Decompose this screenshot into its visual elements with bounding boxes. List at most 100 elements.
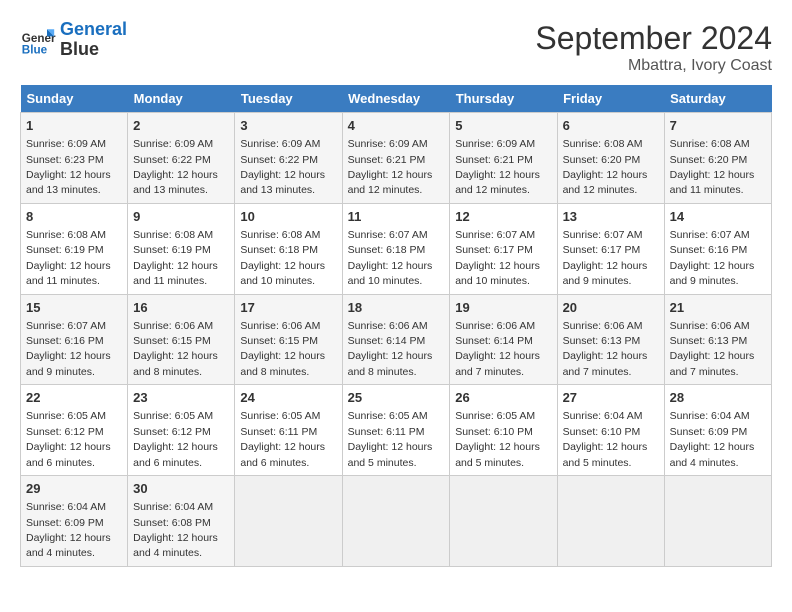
day-info: Sunrise: 6:09 AMSunset: 6:22 PMDaylight:… — [133, 138, 218, 196]
header-day-sunday: Sunday — [21, 85, 128, 113]
day-cell: 17 Sunrise: 6:06 AMSunset: 6:15 PMDaylig… — [235, 294, 342, 385]
day-number: 12 — [455, 208, 551, 226]
day-info: Sunrise: 6:08 AMSunset: 6:18 PMDaylight:… — [240, 229, 325, 287]
day-number: 17 — [240, 299, 336, 317]
day-info: Sunrise: 6:08 AMSunset: 6:20 PMDaylight:… — [563, 138, 648, 196]
day-info: Sunrise: 6:06 AMSunset: 6:13 PMDaylight:… — [670, 320, 755, 378]
header-day-friday: Friday — [557, 85, 664, 113]
day-number: 23 — [133, 389, 229, 407]
day-info: Sunrise: 6:05 AMSunset: 6:12 PMDaylight:… — [133, 410, 218, 468]
day-info: Sunrise: 6:04 AMSunset: 6:09 PMDaylight:… — [670, 410, 755, 468]
day-number: 25 — [348, 389, 445, 407]
day-cell: 9 Sunrise: 6:08 AMSunset: 6:19 PMDayligh… — [128, 203, 235, 294]
day-cell: 30 Sunrise: 6:04 AMSunset: 6:08 PMDaylig… — [128, 476, 235, 567]
day-cell: 27 Sunrise: 6:04 AMSunset: 6:10 PMDaylig… — [557, 385, 664, 476]
header-day-monday: Monday — [128, 85, 235, 113]
header-day-tuesday: Tuesday — [235, 85, 342, 113]
day-info: Sunrise: 6:08 AMSunset: 6:19 PMDaylight:… — [133, 229, 218, 287]
day-number: 8 — [26, 208, 122, 226]
day-cell: 28 Sunrise: 6:04 AMSunset: 6:09 PMDaylig… — [664, 385, 771, 476]
day-info: Sunrise: 6:08 AMSunset: 6:19 PMDaylight:… — [26, 229, 111, 287]
day-info: Sunrise: 6:05 AMSunset: 6:11 PMDaylight:… — [240, 410, 325, 468]
day-number: 18 — [348, 299, 445, 317]
day-cell: 14 Sunrise: 6:07 AMSunset: 6:16 PMDaylig… — [664, 203, 771, 294]
week-row-2: 8 Sunrise: 6:08 AMSunset: 6:19 PMDayligh… — [21, 203, 772, 294]
day-cell: 4 Sunrise: 6:09 AMSunset: 6:21 PMDayligh… — [342, 113, 450, 204]
day-cell: 7 Sunrise: 6:08 AMSunset: 6:20 PMDayligh… — [664, 113, 771, 204]
day-number: 1 — [26, 117, 122, 135]
day-cell: 2 Sunrise: 6:09 AMSunset: 6:22 PMDayligh… — [128, 113, 235, 204]
day-number: 6 — [563, 117, 659, 135]
day-cell: 22 Sunrise: 6:05 AMSunset: 6:12 PMDaylig… — [21, 385, 128, 476]
week-row-3: 15 Sunrise: 6:07 AMSunset: 6:16 PMDaylig… — [21, 294, 772, 385]
day-number: 21 — [670, 299, 766, 317]
day-cell — [557, 476, 664, 567]
day-number: 9 — [133, 208, 229, 226]
day-number: 10 — [240, 208, 336, 226]
day-number: 3 — [240, 117, 336, 135]
day-cell: 25 Sunrise: 6:05 AMSunset: 6:11 PMDaylig… — [342, 385, 450, 476]
day-cell — [664, 476, 771, 567]
day-cell — [450, 476, 557, 567]
day-info: Sunrise: 6:07 AMSunset: 6:17 PMDaylight:… — [455, 229, 540, 287]
day-info: Sunrise: 6:04 AMSunset: 6:08 PMDaylight:… — [133, 501, 218, 559]
day-info: Sunrise: 6:08 AMSunset: 6:20 PMDaylight:… — [670, 138, 755, 196]
day-info: Sunrise: 6:09 AMSunset: 6:21 PMDaylight:… — [455, 138, 540, 196]
day-number: 2 — [133, 117, 229, 135]
day-number: 24 — [240, 389, 336, 407]
day-info: Sunrise: 6:09 AMSunset: 6:23 PMDaylight:… — [26, 138, 111, 196]
day-number: 5 — [455, 117, 551, 135]
header-day-thursday: Thursday — [450, 85, 557, 113]
day-number: 14 — [670, 208, 766, 226]
header-day-wednesday: Wednesday — [342, 85, 450, 113]
day-number: 30 — [133, 480, 229, 498]
location-title: Mbattra, Ivory Coast — [535, 57, 772, 75]
logo-icon: General Blue — [20, 22, 56, 58]
day-cell: 16 Sunrise: 6:06 AMSunset: 6:15 PMDaylig… — [128, 294, 235, 385]
day-cell: 18 Sunrise: 6:06 AMSunset: 6:14 PMDaylig… — [342, 294, 450, 385]
day-number: 26 — [455, 389, 551, 407]
day-cell: 6 Sunrise: 6:08 AMSunset: 6:20 PMDayligh… — [557, 113, 664, 204]
day-number: 28 — [670, 389, 766, 407]
day-number: 13 — [563, 208, 659, 226]
week-row-4: 22 Sunrise: 6:05 AMSunset: 6:12 PMDaylig… — [21, 385, 772, 476]
day-cell: 23 Sunrise: 6:05 AMSunset: 6:12 PMDaylig… — [128, 385, 235, 476]
day-info: Sunrise: 6:05 AMSunset: 6:10 PMDaylight:… — [455, 410, 540, 468]
logo: General Blue GeneralBlue — [20, 20, 127, 60]
day-cell: 1 Sunrise: 6:09 AMSunset: 6:23 PMDayligh… — [21, 113, 128, 204]
day-cell: 13 Sunrise: 6:07 AMSunset: 6:17 PMDaylig… — [557, 203, 664, 294]
day-number: 7 — [670, 117, 766, 135]
day-cell: 12 Sunrise: 6:07 AMSunset: 6:17 PMDaylig… — [450, 203, 557, 294]
day-info: Sunrise: 6:06 AMSunset: 6:15 PMDaylight:… — [240, 320, 325, 378]
day-cell: 20 Sunrise: 6:06 AMSunset: 6:13 PMDaylig… — [557, 294, 664, 385]
day-info: Sunrise: 6:06 AMSunset: 6:15 PMDaylight:… — [133, 320, 218, 378]
day-cell: 5 Sunrise: 6:09 AMSunset: 6:21 PMDayligh… — [450, 113, 557, 204]
calendar-header: SundayMondayTuesdayWednesdayThursdayFrid… — [21, 85, 772, 113]
day-cell: 24 Sunrise: 6:05 AMSunset: 6:11 PMDaylig… — [235, 385, 342, 476]
week-row-1: 1 Sunrise: 6:09 AMSunset: 6:23 PMDayligh… — [21, 113, 772, 204]
day-cell: 21 Sunrise: 6:06 AMSunset: 6:13 PMDaylig… — [664, 294, 771, 385]
day-info: Sunrise: 6:05 AMSunset: 6:12 PMDaylight:… — [26, 410, 111, 468]
day-number: 4 — [348, 117, 445, 135]
day-info: Sunrise: 6:05 AMSunset: 6:11 PMDaylight:… — [348, 410, 433, 468]
day-cell: 19 Sunrise: 6:06 AMSunset: 6:14 PMDaylig… — [450, 294, 557, 385]
week-row-5: 29 Sunrise: 6:04 AMSunset: 6:09 PMDaylig… — [21, 476, 772, 567]
day-info: Sunrise: 6:06 AMSunset: 6:13 PMDaylight:… — [563, 320, 648, 378]
day-info: Sunrise: 6:07 AMSunset: 6:18 PMDaylight:… — [348, 229, 433, 287]
day-cell: 15 Sunrise: 6:07 AMSunset: 6:16 PMDaylig… — [21, 294, 128, 385]
day-number: 15 — [26, 299, 122, 317]
header-row: SundayMondayTuesdayWednesdayThursdayFrid… — [21, 85, 772, 113]
day-cell: 29 Sunrise: 6:04 AMSunset: 6:09 PMDaylig… — [21, 476, 128, 567]
day-cell: 10 Sunrise: 6:08 AMSunset: 6:18 PMDaylig… — [235, 203, 342, 294]
day-number: 29 — [26, 480, 122, 498]
svg-text:Blue: Blue — [22, 43, 48, 56]
day-cell: 8 Sunrise: 6:08 AMSunset: 6:19 PMDayligh… — [21, 203, 128, 294]
day-cell: 3 Sunrise: 6:09 AMSunset: 6:22 PMDayligh… — [235, 113, 342, 204]
calendar-table: SundayMondayTuesdayWednesdayThursdayFrid… — [20, 85, 772, 567]
day-info: Sunrise: 6:07 AMSunset: 6:16 PMDaylight:… — [26, 320, 111, 378]
day-cell — [235, 476, 342, 567]
day-cell: 26 Sunrise: 6:05 AMSunset: 6:10 PMDaylig… — [450, 385, 557, 476]
header: General Blue GeneralBlue September 2024 … — [20, 20, 772, 75]
day-info: Sunrise: 6:04 AMSunset: 6:10 PMDaylight:… — [563, 410, 648, 468]
logo-text: GeneralBlue — [60, 20, 127, 60]
